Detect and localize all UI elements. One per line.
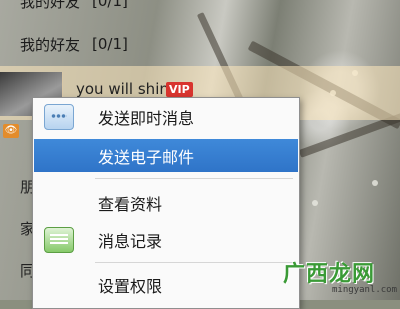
menu-item-label: 消息记录: [98, 231, 163, 251]
menu-item-label: 发送即时消息: [98, 108, 195, 128]
vip-badge: VIP: [166, 82, 193, 97]
menu-item-set-permissions[interactable]: 设置权限: [34, 268, 298, 301]
menu-item-label: 发送电子邮件: [98, 147, 195, 167]
group-label: 我的好友: [20, 0, 81, 11]
menu-item-view-profile[interactable]: 查看资料: [34, 186, 298, 219]
group-count: [0/1]: [92, 0, 128, 10]
eye-status-icon: 👁: [3, 124, 19, 138]
watermark-text: 广西龙网: [283, 256, 375, 288]
chat-bubble-icon: [44, 103, 74, 130]
contact-group-my-friends[interactable]: 我的好友 [0/1]: [0, 27, 400, 61]
watermark-brand: 西龙网: [306, 262, 376, 287]
watermark-url: mingyanl.com: [332, 285, 398, 295]
contact-name: you will shine: [76, 80, 179, 98]
menu-item-send-email[interactable]: 发送电子邮件: [34, 139, 298, 172]
context-menu: 发送即时消息 发送电子邮件 查看资料 消息记录 设置权限: [32, 97, 300, 309]
menu-item-label: 查看资料: [98, 194, 163, 214]
menu-item-send-instant-message[interactable]: 发送即时消息: [34, 100, 298, 133]
message-log-icon: [44, 226, 74, 253]
menu-divider: [95, 262, 293, 263]
group-count: [0/1]: [92, 35, 128, 53]
group-label: 我的好友: [20, 35, 81, 54]
watermark-glyph: 广: [283, 262, 307, 287]
menu-item-label: 设置权限: [98, 276, 163, 296]
menu-divider: [95, 178, 293, 179]
menu-item-message-log[interactable]: 消息记录: [34, 223, 298, 256]
contact-group-row[interactable]: 我的好友 [0/1]: [0, 0, 400, 18]
